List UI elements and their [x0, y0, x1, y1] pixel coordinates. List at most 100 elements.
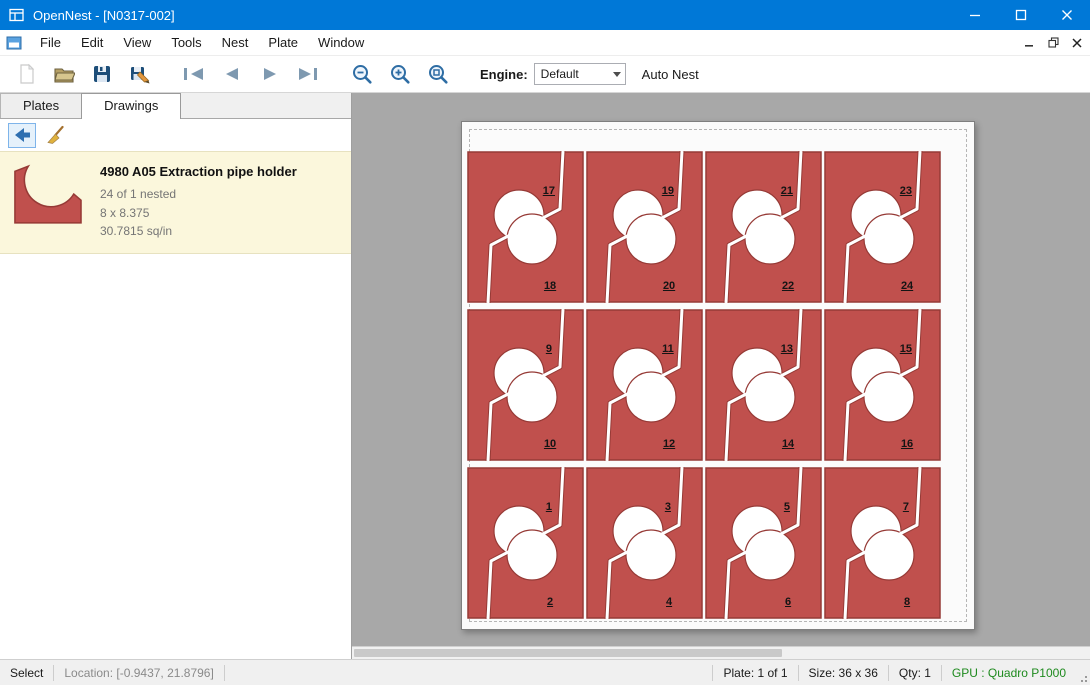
nest-cell[interactable]: 11 12: [586, 309, 703, 461]
engine-value: Default: [541, 67, 613, 81]
mdi-child-icon[interactable]: [6, 36, 22, 50]
status-plate: Plate: 1 of 1: [713, 666, 797, 680]
part-number-bottom: 8: [904, 597, 910, 608]
menu-item-file[interactable]: File: [30, 31, 71, 54]
close-button[interactable]: [1044, 0, 1090, 30]
status-size: Size: 36 x 36: [799, 666, 888, 680]
nested-parts-pair: [586, 467, 703, 619]
main-area: Plates Drawings 4 9 8: [0, 93, 1090, 659]
tab-drawings[interactable]: Drawings: [81, 93, 181, 119]
nested-parts-pair: [467, 151, 584, 303]
nested-parts-pair: [586, 151, 703, 303]
part-number-bottom: 4: [666, 597, 672, 608]
nested-parts-pair: [824, 309, 941, 461]
part-number-top: 5: [784, 502, 790, 513]
nest-cell[interactable]: 21 22: [705, 151, 822, 303]
part-number-top: 9: [546, 344, 552, 355]
drawings-toolbar: [0, 119, 351, 151]
save-button[interactable]: [86, 59, 118, 89]
side-panel: Plates Drawings 498: [0, 93, 352, 659]
mdi-restore-button[interactable]: [1042, 33, 1064, 53]
tab-plates[interactable]: Plates: [0, 93, 82, 118]
nest-cell[interactable]: 1 2: [467, 467, 584, 619]
menu-item-view[interactable]: View: [113, 31, 161, 54]
part-number-top: 19: [662, 186, 674, 197]
nested-parts-pair: [705, 467, 822, 619]
plate-sheet[interactable]: 17 18 19 20 21 22 23: [461, 121, 975, 630]
panel-tabs: Plates Drawings: [0, 93, 351, 119]
status-mode: Select: [0, 666, 53, 680]
engine-select[interactable]: Default: [534, 63, 626, 85]
part-number-top: 13: [781, 344, 793, 355]
horizontal-scrollbar[interactable]: [352, 646, 1090, 659]
part-number-top: 23: [900, 186, 912, 197]
nest-cell[interactable]: 19 20: [586, 151, 703, 303]
part-number-bottom: 2: [547, 597, 553, 608]
part-number-top: 1: [546, 502, 552, 513]
resize-grip[interactable]: [1076, 660, 1090, 685]
part-number-bottom: 12: [663, 439, 675, 450]
nest-cell[interactable]: 9 10: [467, 309, 584, 461]
zoom-in-button[interactable]: [384, 59, 416, 89]
save-edit-button[interactable]: [124, 59, 156, 89]
part-number-top: 7: [903, 502, 909, 513]
clear-drawings-button[interactable]: [42, 123, 70, 148]
menu-bar: File Edit View Tools Nest Plate Window: [0, 30, 1090, 56]
menu-item-window[interactable]: Window: [308, 31, 374, 54]
open-button[interactable]: [48, 59, 80, 89]
nested-parts-pair: [467, 467, 584, 619]
send-to-nest-button[interactable]: [8, 123, 36, 148]
drawing-area: 30.7815 sq/in: [100, 222, 297, 241]
zoom-out-button[interactable]: [346, 59, 378, 89]
engine-label: Engine:: [480, 67, 528, 82]
zoom-fit-button[interactable]: [422, 59, 454, 89]
minimize-button[interactable]: [952, 0, 998, 30]
part-number-top: 11: [662, 344, 674, 355]
next-plate-button[interactable]: [254, 59, 286, 89]
new-button[interactable]: [10, 59, 42, 89]
part-number-bottom: 20: [663, 281, 675, 292]
nested-parts-pair: [824, 151, 941, 303]
nested-parts-pair: [705, 151, 822, 303]
menu-item-tools[interactable]: Tools: [161, 31, 211, 54]
scrollbar-thumb[interactable]: [354, 649, 782, 657]
drawing-size: 8 x 8.375: [100, 204, 297, 223]
nested-parts-pair: [586, 309, 703, 461]
nest-cell[interactable]: 15 16: [824, 309, 941, 461]
menu-item-edit[interactable]: Edit: [71, 31, 113, 54]
part-number-bottom: 24: [901, 281, 913, 292]
nested-parts-pair: [824, 467, 941, 619]
drawing-title: 4980 A05 Extraction pipe holder: [100, 164, 297, 179]
nest-cell[interactable]: 7 8: [824, 467, 941, 619]
menu-item-plate[interactable]: Plate: [258, 31, 308, 54]
maximize-button[interactable]: [998, 0, 1044, 30]
nest-canvas[interactable]: 17 18 19 20 21 22 23: [352, 93, 1090, 659]
part-number-bottom: 6: [785, 597, 791, 608]
nest-cell[interactable]: 23 24: [824, 151, 941, 303]
menu-item-nest[interactable]: Nest: [212, 31, 259, 54]
first-plate-button[interactable]: [178, 59, 210, 89]
app-icon: [9, 8, 25, 22]
nest-cell[interactable]: 17 18: [467, 151, 584, 303]
part-number-bottom: 22: [782, 281, 794, 292]
drawing-list-item[interactable]: 4980 A05 Extraction pipe holder 24 of 1 …: [0, 151, 351, 254]
previous-plate-button[interactable]: [216, 59, 248, 89]
nest-cell[interactable]: 3 4: [586, 467, 703, 619]
part-number-bottom: 16: [901, 439, 913, 450]
blue-arrow-left-icon: [12, 126, 32, 144]
mdi-close-button[interactable]: [1066, 33, 1088, 53]
nest-grid: 17 18 19 20 21 22 23: [467, 151, 941, 619]
part-number-top: 17: [543, 186, 555, 197]
mdi-minimize-button[interactable]: [1018, 33, 1040, 53]
nest-cell[interactable]: 13 14: [705, 309, 822, 461]
window-title: OpenNest - [N0317-002]: [33, 8, 952, 23]
last-plate-button[interactable]: [292, 59, 324, 89]
nest-cell[interactable]: 5 6: [705, 467, 822, 619]
drawing-info: 4980 A05 Extraction pipe holder 24 of 1 …: [100, 162, 297, 241]
auto-nest-button[interactable]: Auto Nest: [642, 67, 699, 82]
chevron-down-icon: [613, 72, 621, 77]
part-number-top: 3: [665, 502, 671, 513]
part-thumbnail: [10, 162, 88, 241]
status-gpu: GPU : Quadro P1000: [942, 666, 1076, 680]
drawing-nested-count: 24 of 1 nested: [100, 185, 297, 204]
